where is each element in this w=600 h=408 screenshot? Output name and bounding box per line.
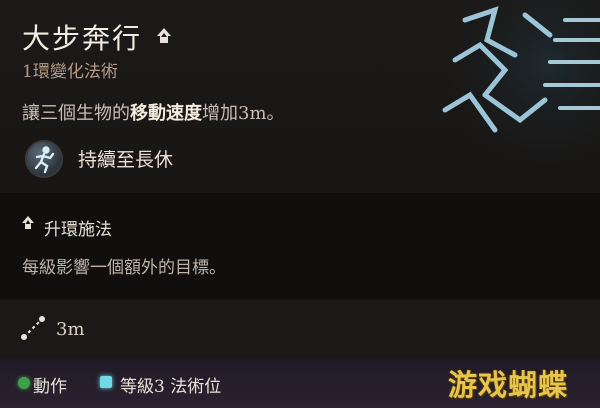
spell-art-icon <box>425 0 600 180</box>
description-text-end: 增加3m。 <box>202 103 285 124</box>
upcast-chevron-icon <box>22 216 34 229</box>
upcast-chevron-icon <box>157 28 171 43</box>
spell-subtitle: 1環變化法術 <box>22 62 118 82</box>
range-section: 3m <box>0 299 600 359</box>
action-cost-label: 動作 <box>33 377 67 397</box>
spell-title: 大步奔行 <box>22 22 143 55</box>
upcast-label: 升環施法 <box>44 220 112 240</box>
spell-header-section: 大步奔行 1環變化法術 讓三個生物的移動速度增加3m。 持續至長休 <box>0 0 600 193</box>
spell-slot-icon <box>100 376 112 388</box>
range-icon <box>21 316 45 340</box>
spell-slot-cost-label: 等級3 法術位 <box>120 377 222 397</box>
description-highlight: 移動速度 <box>130 103 202 124</box>
spell-duration: 持續至長休 <box>78 149 174 171</box>
action-resource-icon <box>18 377 30 389</box>
running-figure-icon <box>25 140 63 178</box>
spell-description: 讓三個生物的移動速度增加3m。 <box>22 99 285 125</box>
description-text: 讓三個生物的 <box>22 103 130 124</box>
watermark-logo: 游戏蝴蝶 <box>448 368 569 402</box>
range-value: 3m <box>56 319 85 340</box>
spell-tooltip: 大步奔行 1環變化法術 讓三個生物的移動速度增加3m。 持續至長休 升環施法 每… <box>0 0 600 408</box>
upcast-description: 每級影響一個額外的目標。 <box>22 258 226 278</box>
upcast-section: 升環施法 每級影響一個額外的目標。 <box>0 193 600 299</box>
